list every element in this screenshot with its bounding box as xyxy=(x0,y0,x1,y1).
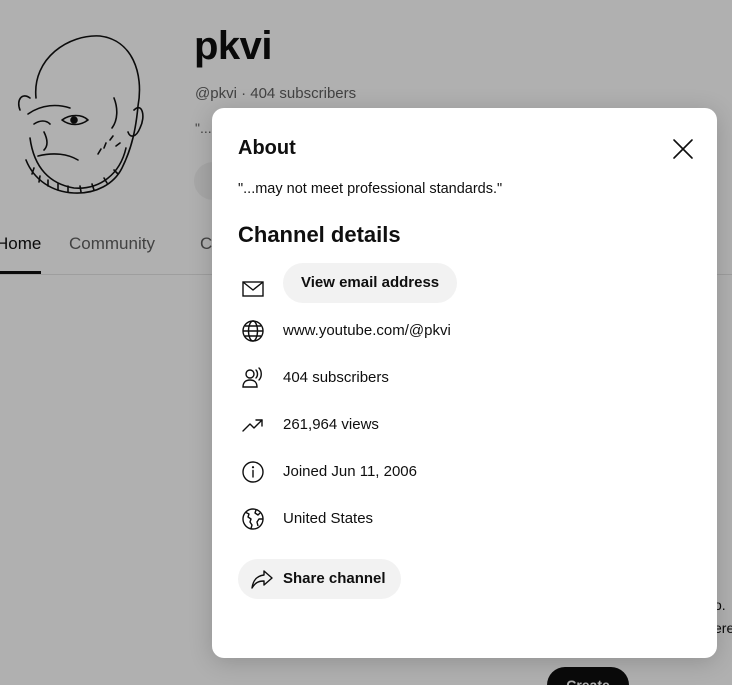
view-count: 261,964 views xyxy=(283,416,379,433)
world-icon xyxy=(242,508,264,530)
channel-details-heading: Channel details xyxy=(238,222,401,247)
subscriber-count: 404 subscribers xyxy=(283,369,389,386)
detail-row-views: 261,964 views xyxy=(238,405,678,445)
channel-description: "...may not meet professional standards.… xyxy=(238,181,503,197)
detail-row-joined: Joined Jun 11, 2006 xyxy=(238,452,678,492)
country: United States xyxy=(283,510,374,527)
detail-row-country: United States xyxy=(238,499,678,539)
mail-icon xyxy=(242,281,264,297)
view-email-button[interactable]: View email address xyxy=(283,263,458,303)
share-channel-button[interactable]: Share channel xyxy=(238,559,401,599)
dialog-title: About xyxy=(238,137,296,159)
detail-row-url: www.youtube.com/@pkvi xyxy=(238,311,678,351)
share-channel-label: Share channel xyxy=(283,570,386,587)
detail-row-subscribers: 404 subscribers xyxy=(238,358,678,398)
joined-date: Joined Jun 11, 2006 xyxy=(283,463,417,480)
about-dialog: About "...may not meet professional stan… xyxy=(212,108,717,658)
info-icon xyxy=(242,461,264,483)
globe-icon xyxy=(242,320,264,342)
channel-page: pkvi @pkvi · 404 subscribers "... Home C… xyxy=(0,0,732,685)
trending-icon xyxy=(242,419,263,432)
share-icon xyxy=(251,570,273,589)
close-icon xyxy=(673,139,693,159)
close-button[interactable] xyxy=(668,134,698,164)
subscribers-icon xyxy=(242,367,262,388)
channel-url-link[interactable]: www.youtube.com/@pkvi xyxy=(283,322,451,339)
